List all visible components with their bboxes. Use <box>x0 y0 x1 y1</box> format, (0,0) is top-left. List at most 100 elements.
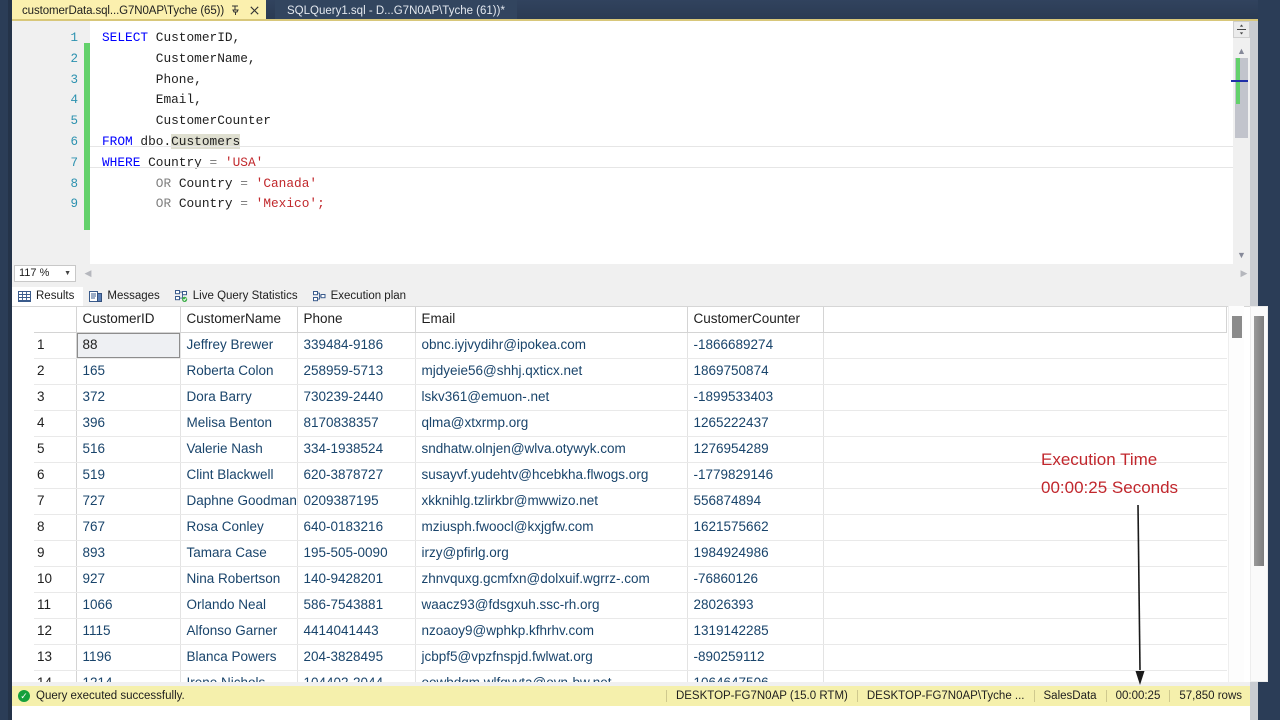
tab-results[interactable]: Results <box>12 286 84 306</box>
cell-customername[interactable]: Alfonso Garner <box>180 618 298 645</box>
cell-customercounter[interactable]: 1984924986 <box>687 540 824 567</box>
cell-customername[interactable]: Tamara Case <box>180 540 298 567</box>
cell-email[interactable]: zhnvquxg.gcmfxn@dolxuif.wgrrz-.com <box>415 566 688 593</box>
cell-customerid[interactable]: 519 <box>76 462 181 489</box>
editor-horizontal-scrollbar[interactable]: ◀ ▶ <box>82 265 1250 282</box>
cell-customercounter[interactable]: -76860126 <box>687 566 824 593</box>
cell-email[interactable]: mjdyeie56@shhj.qxticx.net <box>415 358 688 385</box>
cell-email[interactable]: waacz93@fdsgxuh.ssc-rh.org <box>415 592 688 619</box>
cell-customerid[interactable]: 727 <box>76 488 181 515</box>
cell-customerid[interactable]: 893 <box>76 540 181 567</box>
column-header-customername[interactable]: CustomerName <box>180 307 298 333</box>
cell-phone[interactable]: 640-0183216 <box>297 514 416 541</box>
cell-customername[interactable]: Daphne Goodman <box>180 488 298 515</box>
cell-customerid[interactable]: 767 <box>76 514 181 541</box>
tab-sqlquery1-sql[interactable]: SQLQuery1.sql - D...G7N0AP\Tyche (61))* <box>275 0 517 21</box>
column-header-rownum[interactable] <box>34 307 77 333</box>
row-number-cell[interactable]: 13 <box>34 644 77 671</box>
cell-customername[interactable]: Jeffrey Brewer <box>180 332 298 359</box>
cell-customername[interactable]: Melisa Benton <box>180 410 298 437</box>
table-row[interactable]: 13 1196 Blanca Powers 204-3828495 jcbpf5@vpz… <box>34 644 1227 671</box>
cell-customerid[interactable]: 372 <box>76 384 181 411</box>
cell-phone[interactable]: 195-505-0090 <box>297 540 416 567</box>
table-row[interactable]: 12 1115 Alfonso Garner 4414041443 nzoaoy9@wp… <box>34 618 1227 645</box>
sql-editor-pane[interactable]: 1 2 3 4 5 6 7 8 9 SELECT CustomerID, Cus… <box>12 21 1250 267</box>
cell-phone[interactable]: 0209387195 <box>297 488 416 515</box>
cell-phone[interactable]: 339484-9186 <box>297 332 416 359</box>
cell-customerid[interactable]: 1196 <box>76 644 181 671</box>
table-row[interactable]: 11 1066 Orlando Neal 586-7543881 waacz93@fds… <box>34 592 1227 619</box>
cell-customercounter[interactable]: 28026393 <box>687 592 824 619</box>
grid-scrollbar-thumb[interactable] <box>1232 316 1242 338</box>
table-row[interactable]: 8 767 Rosa Conley 640-0183216 mziusph.fwoocl… <box>34 514 1227 541</box>
row-number-cell[interactable]: 3 <box>34 384 77 411</box>
cell-email[interactable]: irzy@pfirlg.org <box>415 540 688 567</box>
cell-email[interactable]: obnc.iyjvydihr@ipokea.com <box>415 332 688 359</box>
row-number-cell[interactable]: 14 <box>34 670 77 682</box>
chevron-down-icon[interactable]: ▼ <box>64 270 71 277</box>
cell-email[interactable]: lskv361@emuon-.net <box>415 384 688 411</box>
cell-customerid[interactable]: 1066 <box>76 592 181 619</box>
cell-customername[interactable]: Nina Robertson <box>180 566 298 593</box>
tab-messages[interactable]: Messages <box>83 287 168 306</box>
cell-customerid[interactable]: 1115 <box>76 618 181 645</box>
cell-phone[interactable]: 258959-5713 <box>297 358 416 385</box>
row-number-cell[interactable]: 4 <box>34 410 77 437</box>
cell-customercounter[interactable]: 556874894 <box>687 488 824 515</box>
cell-email[interactable]: sndhatw.olnjen@wlva.otywyk.com <box>415 436 688 463</box>
table-row[interactable]: 3 372 Dora Barry 730239-2440 lskv361@emuon-.… <box>34 384 1227 411</box>
tab-execution-plan[interactable]: Execution plan <box>307 287 415 306</box>
row-number-cell[interactable]: 9 <box>34 540 77 567</box>
cell-customercounter[interactable]: -1866689274 <box>687 332 824 359</box>
cell-phone[interactable]: 204-3828495 <box>297 644 416 671</box>
row-number-cell[interactable]: 8 <box>34 514 77 541</box>
cell-customername[interactable]: Blanca Powers <box>180 644 298 671</box>
table-row[interactable]: 2 165 Roberta Colon 258959-5713 mjdyeie56@sh… <box>34 358 1227 385</box>
column-header-customercounter[interactable]: CustomerCounter <box>687 307 824 333</box>
cell-phone[interactable]: 620-3878727 <box>297 462 416 489</box>
cell-customercounter[interactable]: -890259112 <box>687 644 824 671</box>
row-number-cell[interactable]: 7 <box>34 488 77 515</box>
cell-customername[interactable]: Irene Nichols <box>180 670 298 682</box>
split-window-icon[interactable] <box>1233 21 1250 38</box>
cell-customerid[interactable]: 88 <box>76 332 181 359</box>
cell-phone[interactable]: 334-1938524 <box>297 436 416 463</box>
cell-customerid[interactable]: 396 <box>76 410 181 437</box>
scroll-right-icon[interactable]: ▶ <box>1238 268 1250 280</box>
row-number-cell[interactable]: 12 <box>34 618 77 645</box>
cell-customername[interactable]: Dora Barry <box>180 384 298 411</box>
cell-customercounter[interactable]: 1869750874 <box>687 358 824 385</box>
table-row[interactable]: 9 893 Tamara Case 195-505-0090 irzy@pfirlg.o… <box>34 540 1227 567</box>
cell-phone[interactable]: 140-9428201 <box>297 566 416 593</box>
cell-email[interactable]: oowbdgm.wlfgvyta@ovn-bw.net <box>415 670 688 682</box>
cell-customername[interactable]: Roberta Colon <box>180 358 298 385</box>
scroll-left-icon[interactable]: ◀ <box>82 268 94 280</box>
cell-phone[interactable]: 104402-2044 <box>297 670 416 682</box>
cell-customerid[interactable]: 165 <box>76 358 181 385</box>
scroll-up-icon[interactable]: ▲ <box>1235 44 1248 57</box>
cell-customercounter[interactable]: -1779829146 <box>687 462 824 489</box>
cell-phone[interactable]: 4414041443 <box>297 618 416 645</box>
row-number-cell[interactable]: 10 <box>34 566 77 593</box>
cell-customerid[interactable]: 927 <box>76 566 181 593</box>
row-number-cell[interactable]: 5 <box>34 436 77 463</box>
table-row[interactable]: 1 88 Jeffrey Brewer 339484-9186 obnc.iyjvydi… <box>34 332 1227 359</box>
cell-customerid[interactable]: 1214 <box>76 670 181 682</box>
cell-email[interactable]: mziusph.fwoocl@kxjgfw.com <box>415 514 688 541</box>
cell-customername[interactable]: Clint Blackwell <box>180 462 298 489</box>
cell-customercounter[interactable]: 1276954289 <box>687 436 824 463</box>
table-row[interactable]: 141214Irene Nichols104402-2044oowbdgm.wl… <box>34 670 1227 682</box>
cell-email[interactable]: xkknihlg.tzlirkbr@mwwizo.net <box>415 488 688 515</box>
cell-customerid[interactable]: 516 <box>76 436 181 463</box>
table-row[interactable]: 10 927 Nina Robertson 140-9428201 zhnvquxg.g… <box>34 566 1227 593</box>
column-header-phone[interactable]: Phone <box>297 307 416 333</box>
table-row[interactable]: 4 396 Melisa Benton 8170838357 qlma@xtxrmp.o… <box>34 410 1227 437</box>
cell-customername[interactable]: Valerie Nash <box>180 436 298 463</box>
column-header-customerid[interactable]: CustomerID <box>76 307 181 333</box>
cell-email[interactable]: susayvf.yudehtv@hcebkha.flwogs.org <box>415 462 688 489</box>
pin-icon[interactable] <box>227 2 243 20</box>
close-icon[interactable] <box>246 2 262 20</box>
column-header-email[interactable]: Email <box>415 307 688 333</box>
cell-customername[interactable]: Rosa Conley <box>180 514 298 541</box>
scroll-down-icon[interactable]: ▼ <box>1235 248 1248 261</box>
